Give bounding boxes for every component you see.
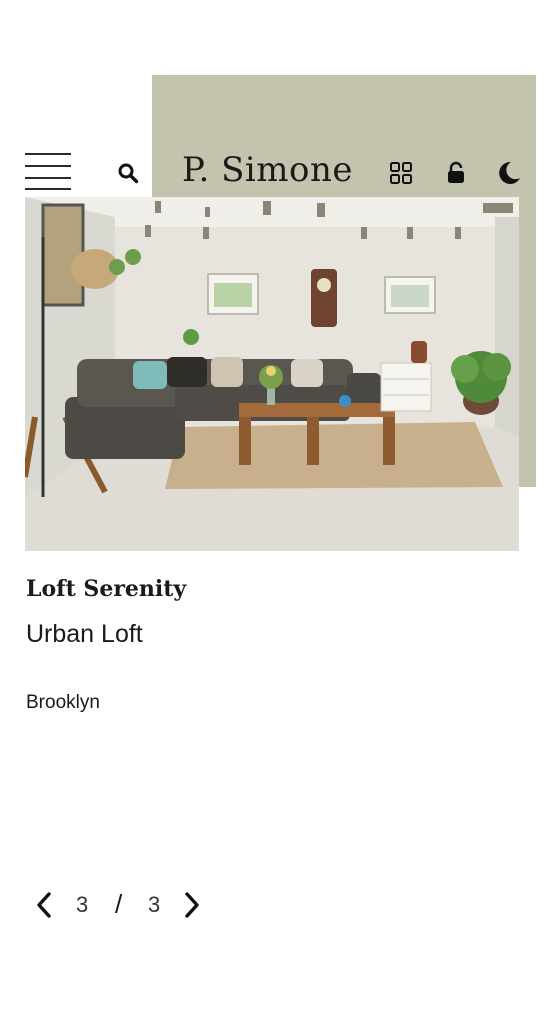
dark-mode-moon-icon — [499, 161, 520, 184]
page-separator: / — [115, 889, 123, 919]
search-button[interactable] — [113, 158, 143, 188]
menu-bar — [25, 177, 71, 179]
lock-icon — [448, 161, 464, 183]
hamburger-menu-button[interactable] — [25, 152, 71, 192]
menu-bar — [25, 188, 71, 190]
total-pages-number: 3 — [148, 892, 161, 917]
chevron-right-icon — [185, 892, 199, 918]
grid-view-button[interactable] — [386, 158, 416, 188]
previous-page-button[interactable] — [30, 890, 58, 920]
listing-photo[interactable] — [25, 197, 519, 551]
dark-mode-toggle[interactable] — [491, 156, 525, 190]
chevron-left-icon — [37, 892, 51, 918]
listing-title[interactable]: Loft Serenity — [26, 576, 186, 602]
next-page-button[interactable] — [178, 890, 206, 920]
brand-logo[interactable]: P. Simone — [182, 150, 353, 190]
living-room-image — [25, 197, 519, 551]
grid-view-icon — [390, 162, 412, 184]
current-page-number: 3 — [76, 892, 89, 917]
pagination: 3 / 3 — [30, 884, 220, 926]
listing-location: Brooklyn — [26, 692, 100, 713]
lock-button[interactable] — [441, 158, 471, 188]
hamburger-menu-icon — [25, 153, 71, 155]
menu-bar — [25, 165, 71, 167]
listing-subtitle: Urban Loft — [26, 620, 143, 648]
search-icon — [118, 163, 139, 184]
